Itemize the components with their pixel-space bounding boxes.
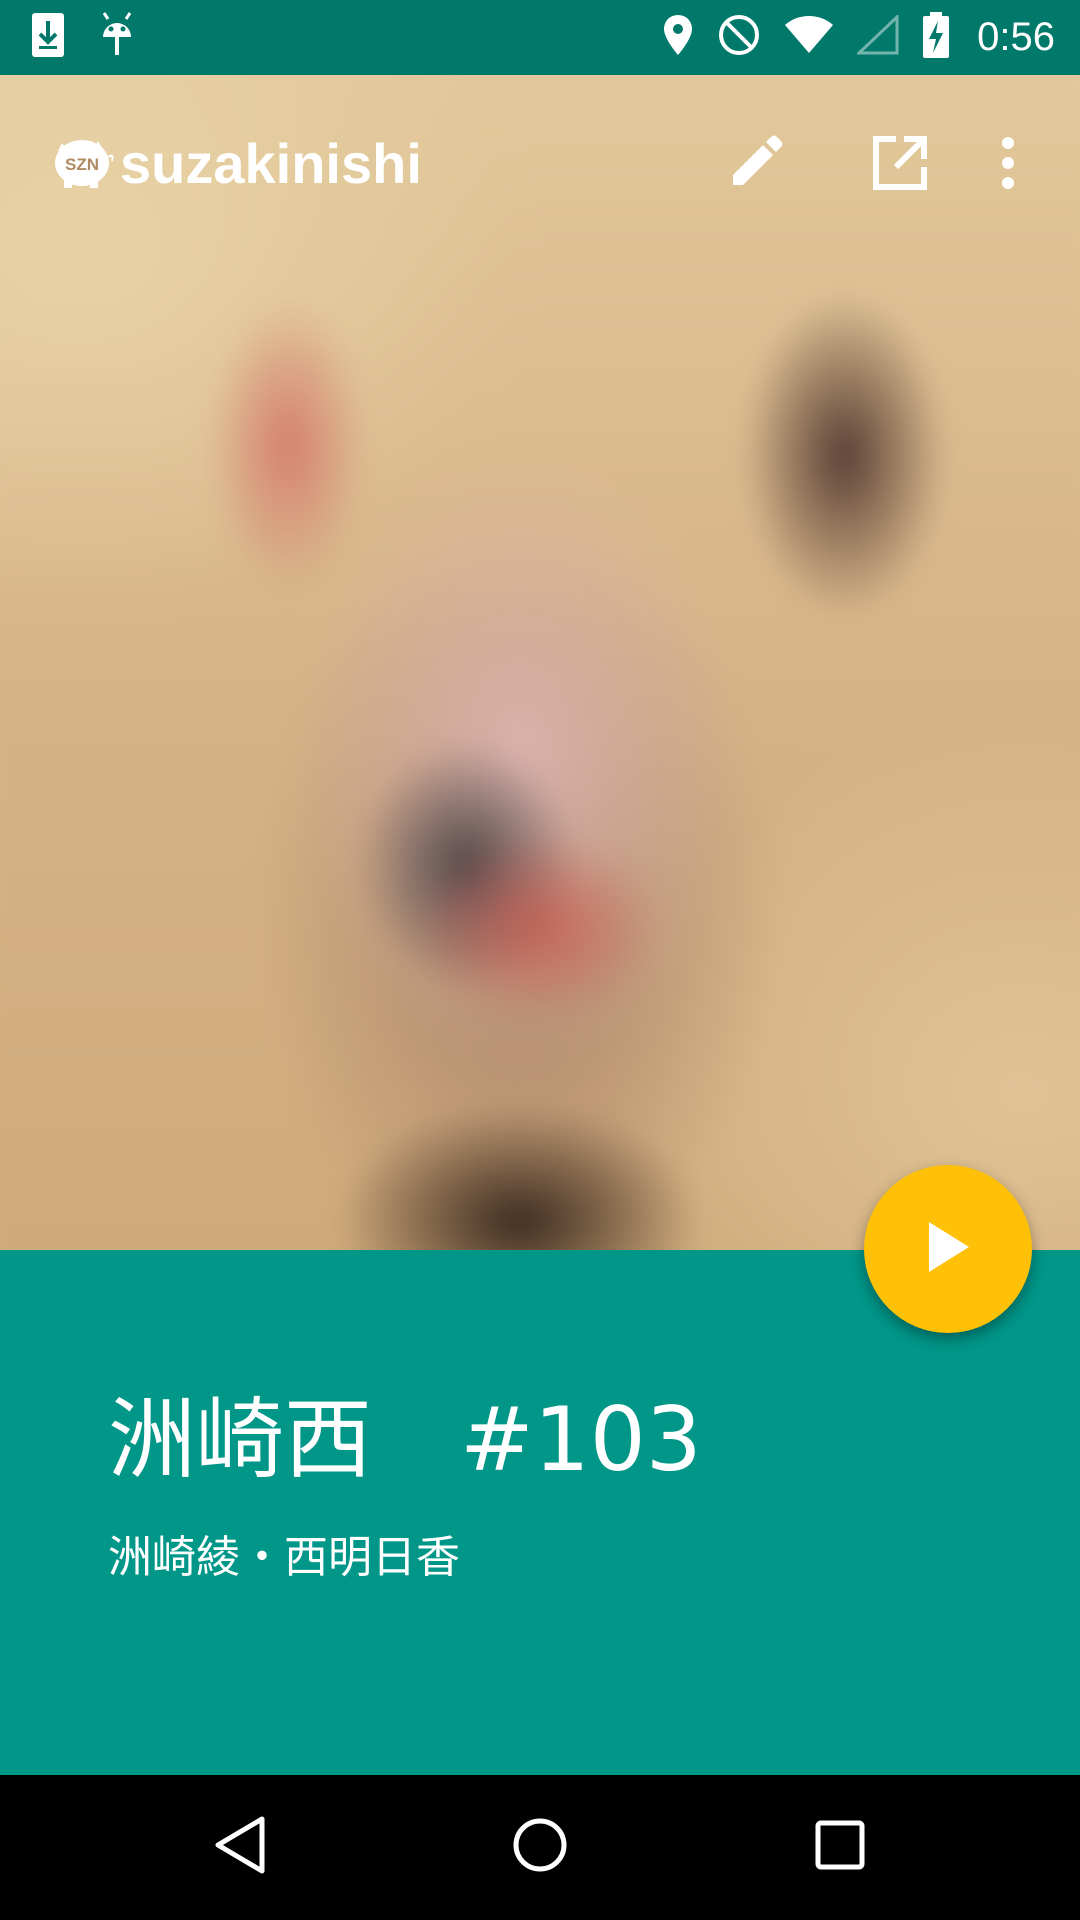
back-icon — [212, 1815, 268, 1879]
home-icon — [512, 1817, 568, 1877]
app-logo-icon: SZN — [52, 135, 114, 189]
logo-text: SZN — [65, 155, 99, 174]
do-not-disturb-icon — [717, 13, 761, 61]
more-options-button[interactable] — [973, 130, 1043, 200]
open-in-new-icon — [870, 133, 930, 197]
blurred-pig-photo — [0, 75, 1080, 1250]
location-icon — [661, 13, 695, 61]
recents-icon — [815, 1820, 865, 1874]
nav-back-button[interactable] — [190, 1797, 290, 1897]
nav-home-button[interactable] — [490, 1797, 590, 1897]
episode-title: 洲崎西 #103 — [108, 1388, 702, 1491]
navigation-bar — [0, 1775, 1080, 1920]
episode-subtitle: 洲崎綾・西明日香 — [108, 1532, 460, 1583]
nav-recents-button[interactable] — [790, 1797, 890, 1897]
more-vert-icon — [998, 135, 1018, 195]
edit-button[interactable] — [720, 130, 790, 200]
play-icon — [923, 1220, 973, 1278]
battery-charging-icon — [921, 11, 951, 63]
download-icon — [30, 11, 66, 63]
cell-signal-icon — [855, 13, 899, 59]
app-title: suzakinishi — [120, 132, 422, 195]
wifi-icon — [783, 15, 835, 59]
episode-info-panel: 洲崎西 #103 洲崎綾・西明日香 — [0, 1250, 1080, 1775]
edit-icon — [725, 133, 785, 197]
screen: 0:56 SZN suzakinishi 洲崎西 #103 洲崎綾・西明日香 — [0, 0, 1080, 1920]
android-debug-icon — [100, 11, 134, 63]
status-time: 0:56 — [977, 14, 1055, 59]
app-bar: SZN suzakinishi — [0, 75, 1080, 245]
open-external-button[interactable] — [865, 130, 935, 200]
status-bar: 0:56 — [0, 0, 1080, 75]
play-button[interactable] — [864, 1165, 1032, 1333]
hero-image — [0, 75, 1080, 1250]
